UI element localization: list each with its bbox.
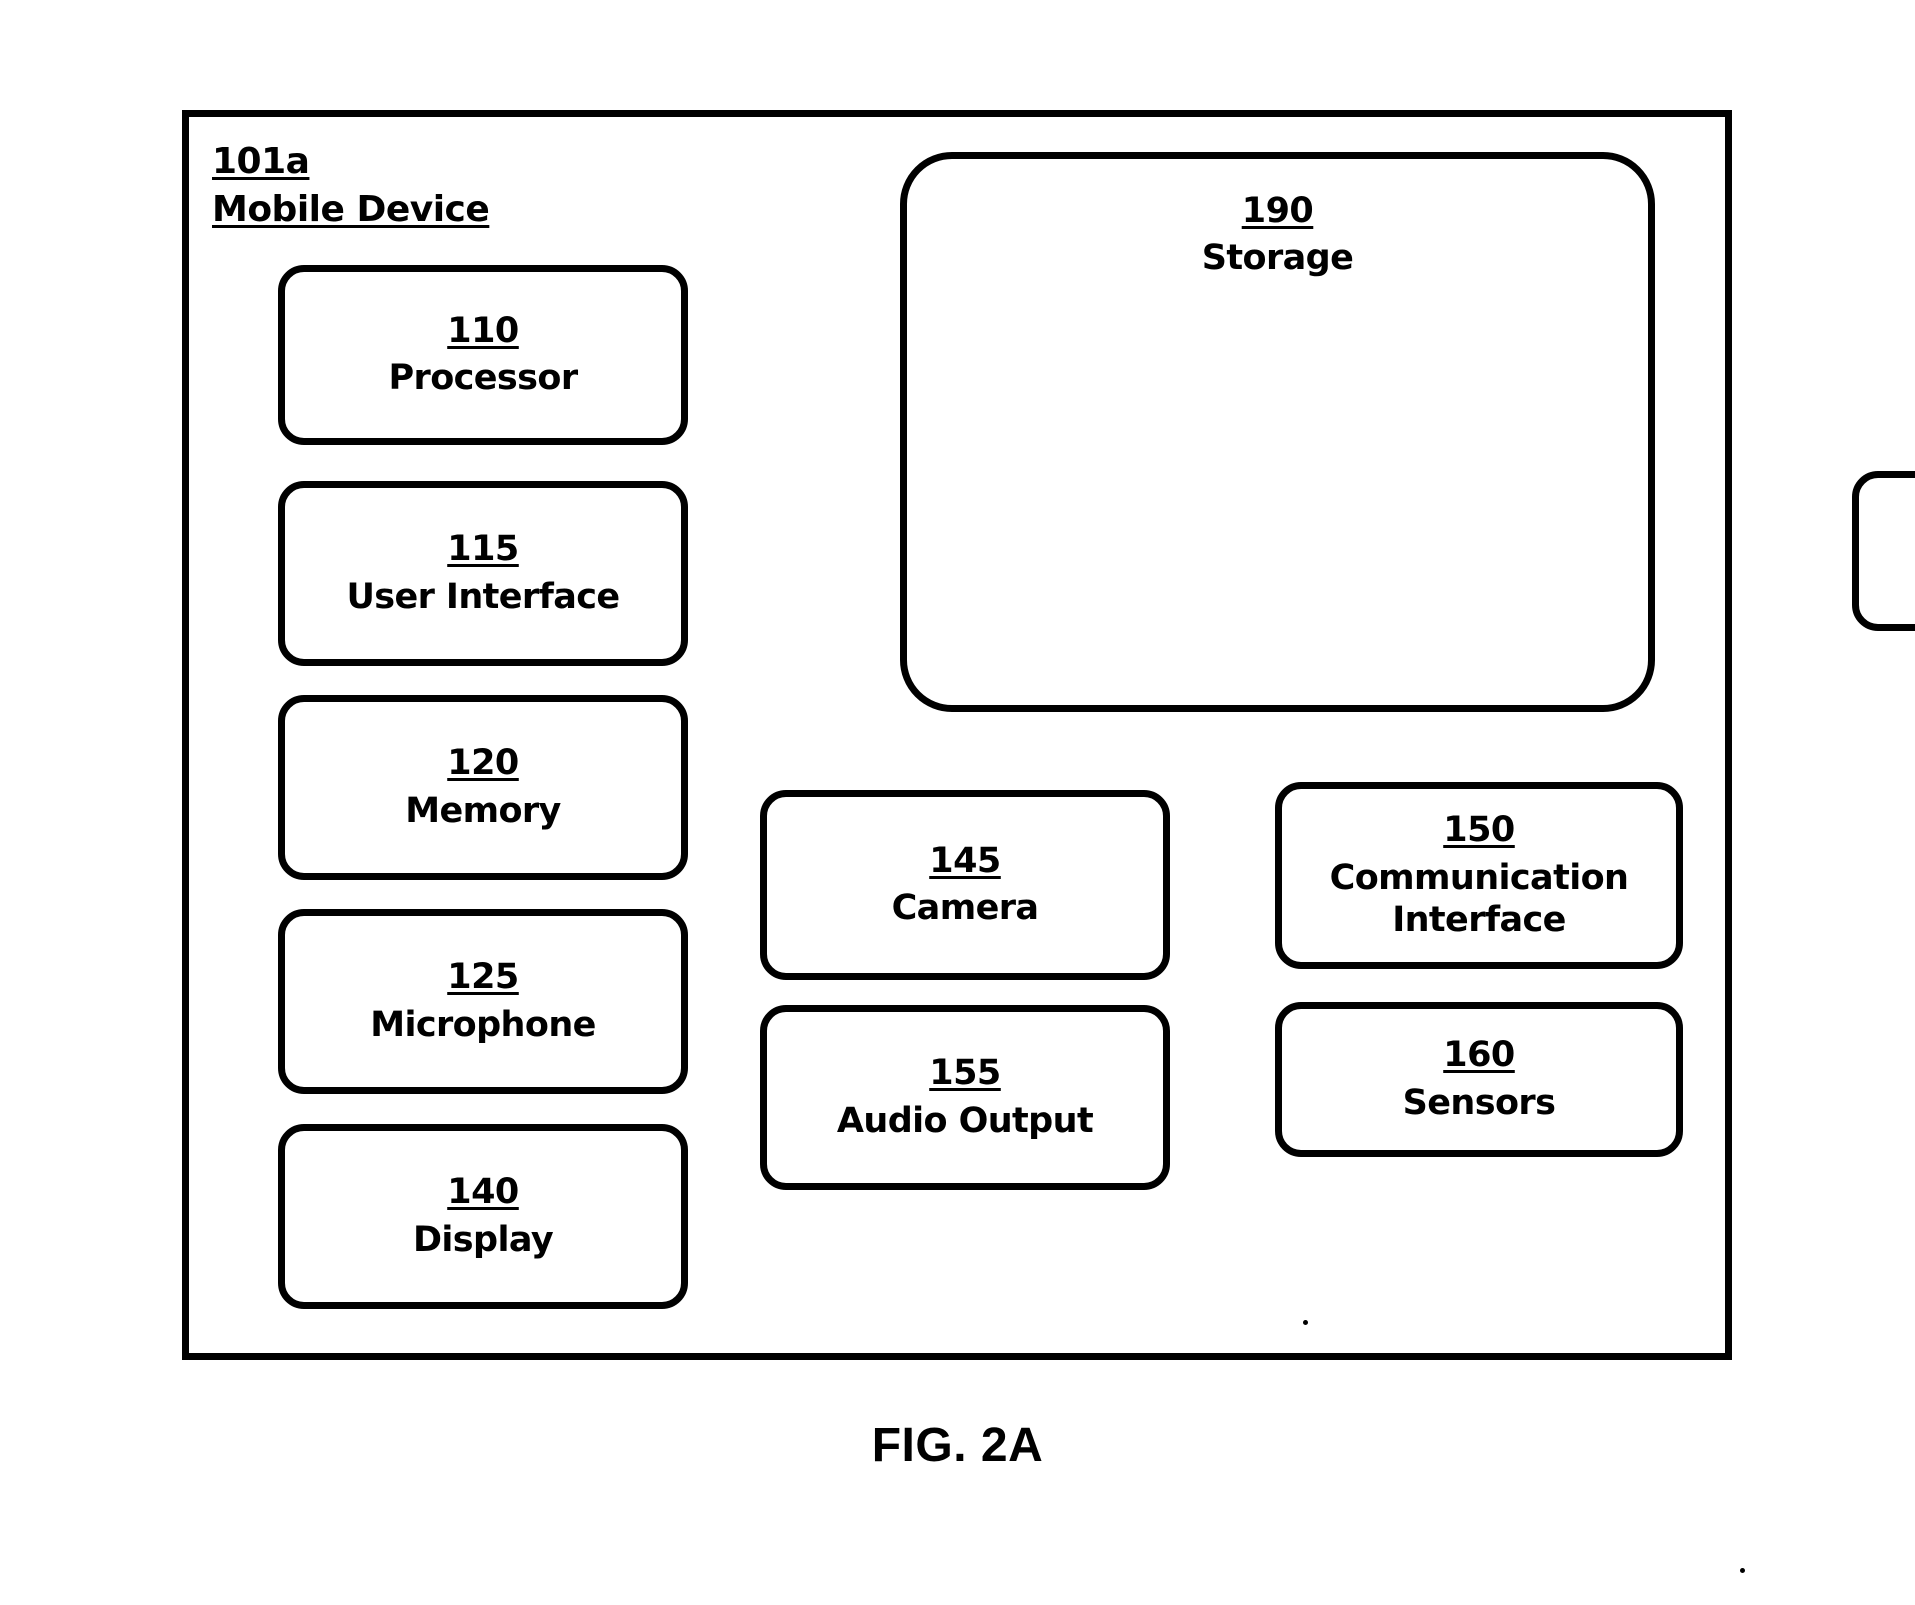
block-sensors-label: Sensors [1402,1082,1556,1123]
block-audio-output-label: Audio Output [836,1100,1094,1141]
block-software-modules[interactable]: 130 Software Modules [1852,471,1915,631]
block-communication-interface-label: Communication Interface [1329,857,1629,940]
block-processor-label: Processor [388,358,578,399]
block-storage-ref: 190 [1241,191,1314,231]
block-camera-ref: 145 [929,840,1001,881]
block-display[interactable]: 140 Display [278,1124,688,1309]
block-microphone[interactable]: 125 Microphone [278,909,688,1094]
mobile-device-title: Mobile Device [212,188,490,230]
block-processor[interactable]: 110 Processor [278,265,688,445]
block-microphone-ref: 125 [447,957,519,998]
block-camera-label: Camera [891,888,1039,929]
figure-caption: FIG. 2A [871,1419,1044,1472]
block-user-interface-label: User Interface [346,576,620,617]
block-processor-ref: 110 [447,310,519,351]
print-speck [1303,1320,1308,1325]
block-memory[interactable]: 120 Memory [278,695,688,880]
figure-canvas: 101a Mobile Device 110 Processor 115 Use… [0,0,1915,1605]
block-sensors-ref: 160 [1443,1035,1515,1076]
block-camera[interactable]: 145 Camera [760,790,1170,980]
block-display-label: Display [412,1219,554,1260]
print-speck [1740,1568,1745,1573]
block-storage[interactable]: 190 Storage 130 Software Modules 185 Dat… [900,152,1915,712]
block-microphone-label: Microphone [370,1004,596,1045]
block-sensors[interactable]: 160 Sensors [1275,1002,1683,1157]
block-storage-label: Storage [1201,238,1354,279]
block-audio-output[interactable]: 155 Audio Output [760,1005,1170,1190]
mobile-device-ref: 101a [212,141,310,182]
mobile-device-header: 101a Mobile Device [212,138,632,233]
block-audio-output-ref: 155 [929,1053,1001,1094]
block-display-ref: 140 [447,1172,519,1213]
block-memory-label: Memory [405,790,561,831]
block-user-interface[interactable]: 115 User Interface [278,481,688,666]
block-communication-interface[interactable]: 150 Communication Interface [1275,782,1683,969]
block-communication-interface-ref: 150 [1443,810,1515,851]
block-user-interface-ref: 115 [447,529,519,570]
block-memory-ref: 120 [447,743,519,784]
